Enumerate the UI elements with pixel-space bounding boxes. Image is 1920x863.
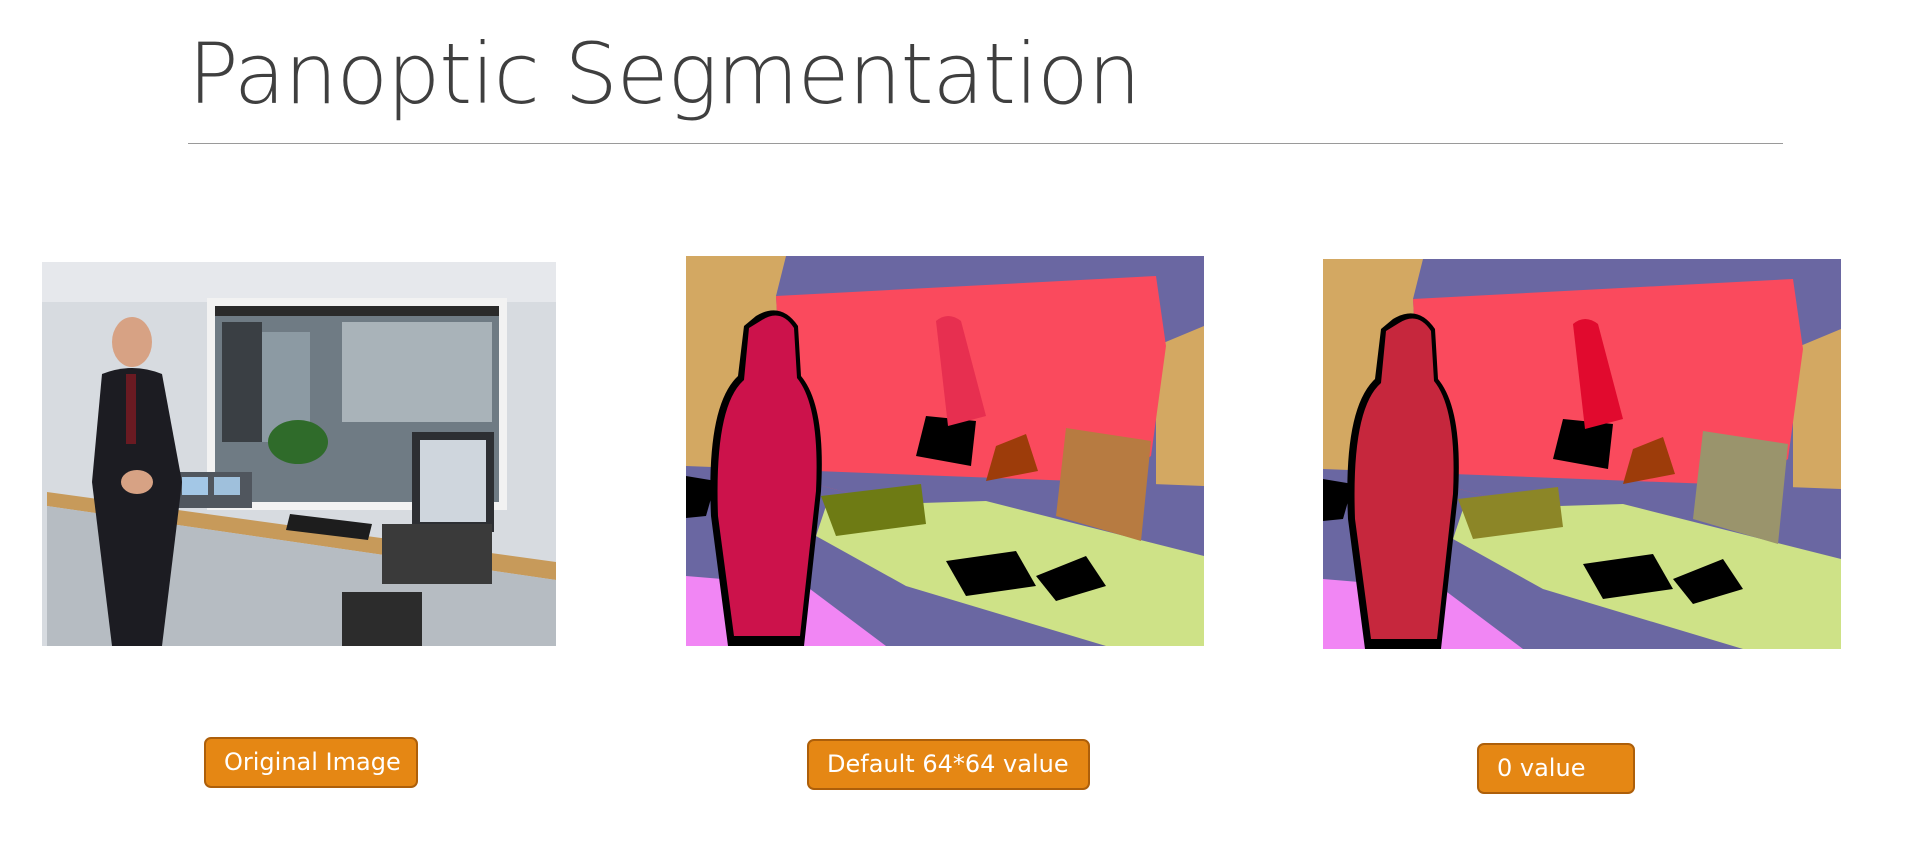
title-divider xyxy=(188,143,1783,144)
zero-value-label: 0 value xyxy=(1477,743,1635,794)
original-image-label: Original Image xyxy=(204,737,418,788)
default-value-label: Default 64*64 value xyxy=(807,739,1090,790)
original-photo xyxy=(42,262,556,646)
original-image-panel xyxy=(42,262,556,646)
zero-segmentation-panel xyxy=(1323,259,1841,649)
slide-title: Panoptic Segmentation xyxy=(188,25,1141,123)
default-segmentation-panel xyxy=(686,256,1204,646)
default-segmentation-map xyxy=(686,256,1204,646)
zero-segmentation-map xyxy=(1323,259,1841,649)
